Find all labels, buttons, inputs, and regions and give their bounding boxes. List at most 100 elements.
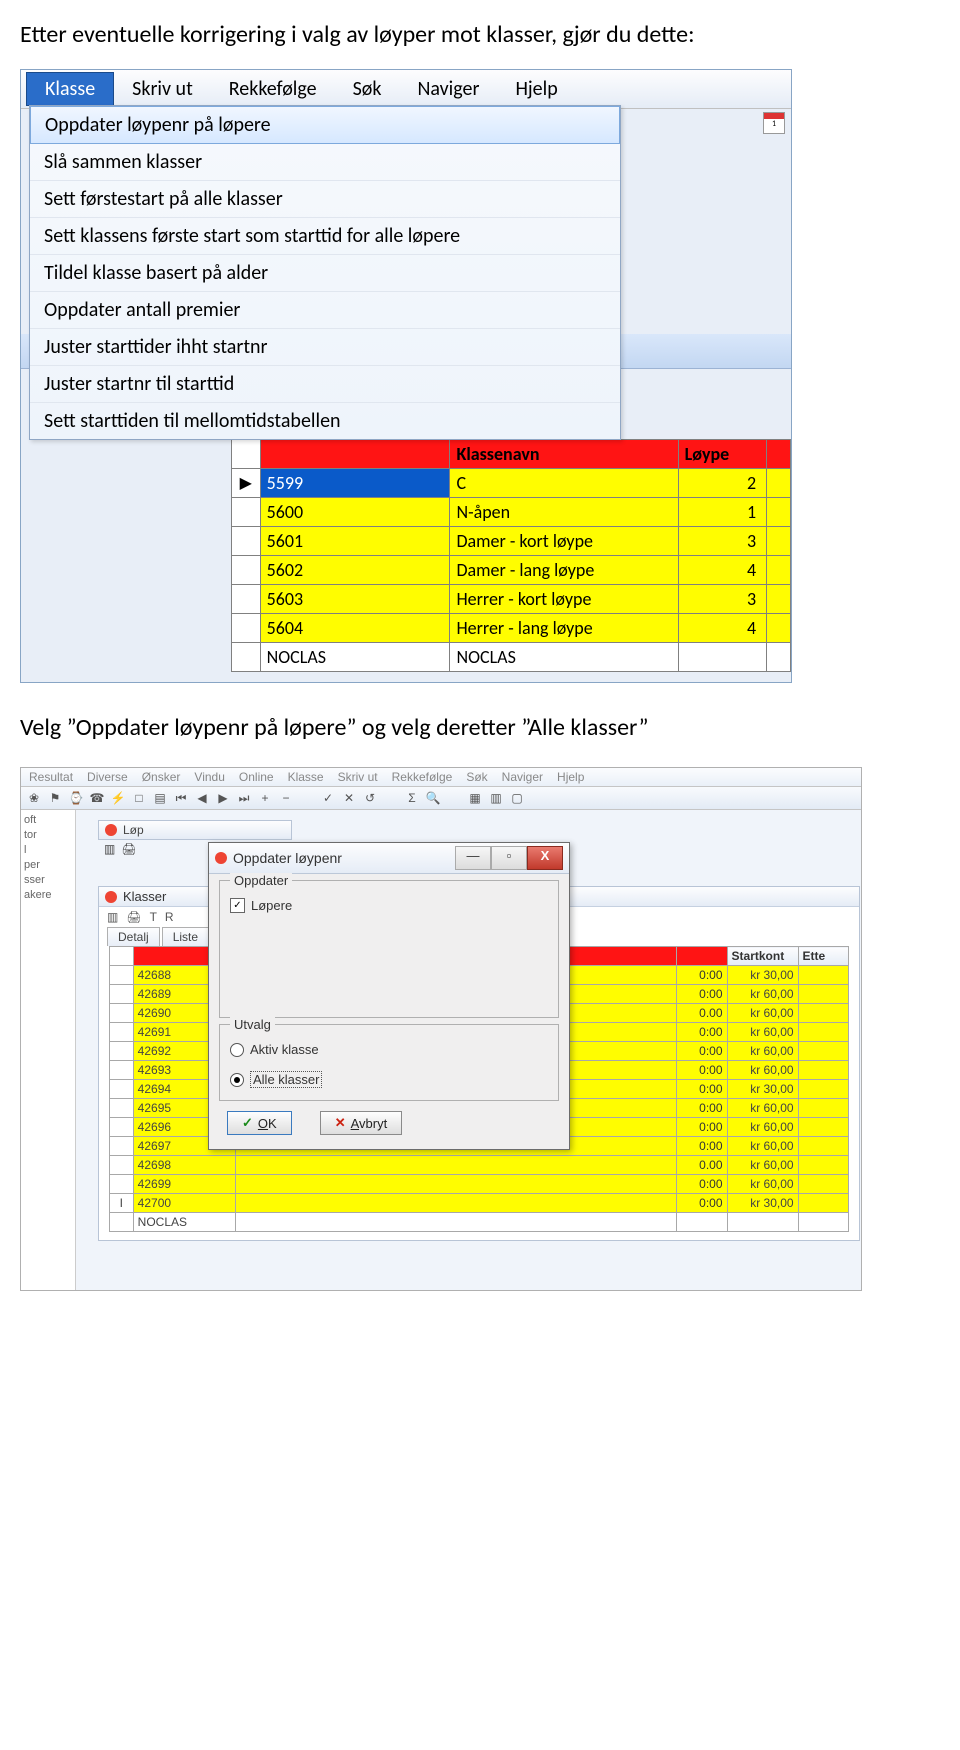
close-button[interactable]: X: [527, 846, 563, 870]
toolbar-icon-9[interactable]: ▶: [214, 789, 232, 807]
row-selector[interactable]: [232, 643, 261, 672]
row-selector[interactable]: [110, 1061, 134, 1080]
toolbar-icon-6[interactable]: ▤: [151, 789, 169, 807]
cell-loype[interactable]: 2: [678, 469, 767, 498]
cell-klassenavn[interactable]: C: [450, 469, 678, 498]
cell-time[interactable]: 0:00: [677, 1175, 727, 1194]
radio-aktiv-row[interactable]: Aktiv klasse: [230, 1042, 548, 1057]
toolbar-icon-7[interactable]: ⏮: [172, 789, 190, 807]
menu2-diverse[interactable]: Diverse: [87, 770, 128, 784]
toolbar-icon-11[interactable]: +: [256, 789, 274, 807]
cell-extra[interactable]: [767, 469, 791, 498]
cell-loype[interactable]: 4: [678, 614, 767, 643]
cell-startkont[interactable]: kr 60,00: [727, 1061, 798, 1080]
lop-icon-1[interactable]: ▥: [104, 842, 115, 856]
cell-ette[interactable]: [798, 1004, 848, 1023]
cell-time[interactable]: 0:00: [677, 966, 727, 985]
cell-ette[interactable]: [798, 1061, 848, 1080]
menu2-naviger[interactable]: Naviger: [502, 770, 543, 784]
cell-time[interactable]: 0:00: [677, 1023, 727, 1042]
cell-extra[interactable]: [767, 585, 791, 614]
cell-startkont[interactable]: kr 60,00: [727, 1042, 798, 1061]
menu-oppdater-loypenr[interactable]: Oppdater løypenr på løpere: [30, 106, 620, 144]
cell-extra[interactable]: [767, 556, 791, 585]
cell-startkont[interactable]: kr 60,00: [727, 985, 798, 1004]
cell-klassenavn[interactable]: Herrer - lang løype: [450, 614, 678, 643]
row-selector[interactable]: [110, 1080, 134, 1099]
toolbar-icon-16[interactable]: ↺: [361, 789, 379, 807]
cell-klassenavn[interactable]: NOCLAS: [450, 643, 678, 672]
row-selector[interactable]: [110, 1213, 134, 1232]
toolbar-icon-8[interactable]: ◀: [193, 789, 211, 807]
toolbar-icon-3[interactable]: ☎: [88, 789, 106, 807]
sidebar-item[interactable]: oft: [24, 813, 72, 828]
ok-button[interactable]: ✓ OK: [227, 1111, 292, 1135]
cell-ette[interactable]: [798, 1213, 848, 1232]
cell-startkont[interactable]: kr 60,00: [727, 1118, 798, 1137]
cell-ette[interactable]: [798, 1137, 848, 1156]
tab-liste[interactable]: Liste: [162, 927, 209, 946]
cell-ette[interactable]: [798, 1194, 848, 1213]
cell-loype[interactable]: 1: [678, 498, 767, 527]
cell-startkont[interactable]: kr 30,00: [727, 1194, 798, 1213]
toolbar-icon-0[interactable]: ❀: [25, 789, 43, 807]
cell-startkont[interactable]: kr 60,00: [727, 1004, 798, 1023]
cell-time[interactable]: 0:00: [677, 1061, 727, 1080]
cell-ette[interactable]: [798, 1023, 848, 1042]
cell-klassenavn[interactable]: Herrer - kort løype: [450, 585, 678, 614]
cell-klassenavn[interactable]: Damer - lang løype: [450, 556, 678, 585]
cell-id[interactable]: 5602: [260, 556, 450, 585]
lop-icon-2[interactable]: 🖨: [121, 842, 136, 856]
row-selector[interactable]: [232, 527, 261, 556]
toolbar-icon-1[interactable]: ⚑: [46, 789, 64, 807]
row-selector[interactable]: [110, 1156, 134, 1175]
cell-time[interactable]: 0:00: [677, 1080, 727, 1099]
menu-sla-sammen[interactable]: Slå sammen klasser: [30, 144, 620, 181]
menu2-hjelp[interactable]: Hjelp: [557, 770, 584, 784]
menu-rekkefolge[interactable]: Rekkefølge: [211, 73, 335, 105]
row-selector[interactable]: [110, 1004, 134, 1023]
minimize-button[interactable]: —: [455, 846, 491, 870]
menu-sett-starttiden[interactable]: Sett starttiden til mellomtidstabellen: [30, 403, 620, 439]
cell-time[interactable]: 0:00: [677, 1042, 727, 1061]
cell-loype[interactable]: 4: [678, 556, 767, 585]
cell-id[interactable]: 5604: [260, 614, 450, 643]
cell-extra[interactable]: [767, 614, 791, 643]
th-startkont[interactable]: Startkont: [727, 947, 798, 966]
toolbar-icon-10[interactable]: ⏭: [235, 789, 253, 807]
table-row[interactable]: NOCLAS: [110, 1213, 849, 1232]
row-selector[interactable]: [232, 614, 261, 643]
toolbar-icon-23[interactable]: ▢: [508, 789, 526, 807]
menu-naviger[interactable]: Naviger: [399, 73, 497, 105]
row-selector[interactable]: [110, 1042, 134, 1061]
cell-extra[interactable]: [767, 498, 791, 527]
th-loype[interactable]: Løype: [678, 440, 767, 469]
menu-skriv-ut[interactable]: Skriv ut: [114, 73, 211, 105]
row-selector[interactable]: [110, 1175, 134, 1194]
sidebar-item[interactable]: per: [24, 858, 72, 873]
table-row[interactable]: I427000:00kr 30,00: [110, 1194, 849, 1213]
row-selector[interactable]: [110, 1099, 134, 1118]
table-row[interactable]: 426990:00kr 60,00: [110, 1175, 849, 1194]
radio-icon[interactable]: [230, 1043, 244, 1057]
th-id[interactable]: [260, 440, 450, 469]
menu2-vindu[interactable]: Vindu: [194, 770, 224, 784]
menu-sett-forstestart[interactable]: Sett førstestart på alle klasser: [30, 181, 620, 218]
menu-juster-starttider[interactable]: Juster starttider ihht startnr: [30, 329, 620, 366]
dialog-titlebar[interactable]: Oppdater løypenr — ▫ X: [209, 843, 569, 874]
cell-ette[interactable]: [798, 1099, 848, 1118]
row-selector[interactable]: [110, 985, 134, 1004]
sidebar-item[interactable]: tor: [24, 828, 72, 843]
menu-sok[interactable]: Søk: [335, 73, 400, 105]
cell-startkont[interactable]: kr 60,00: [727, 1137, 798, 1156]
row-selector[interactable]: [232, 498, 261, 527]
cell-id[interactable]: NOCLAS: [260, 643, 450, 672]
cell-ette[interactable]: [798, 1118, 848, 1137]
toolbar-icon-15[interactable]: ✕: [340, 789, 358, 807]
toolbar-icon-21[interactable]: ▦: [466, 789, 484, 807]
mini-icon-print[interactable]: 🖨: [126, 910, 141, 924]
klasse-table[interactable]: Klassenavn Løype ▶5599C25600N-åpen15601D…: [231, 439, 791, 672]
cell-id[interactable]: 5601: [260, 527, 450, 556]
menu-tildel-klasse[interactable]: Tildel klasse basert på alder: [30, 255, 620, 292]
cell-startkont[interactable]: [727, 1213, 798, 1232]
